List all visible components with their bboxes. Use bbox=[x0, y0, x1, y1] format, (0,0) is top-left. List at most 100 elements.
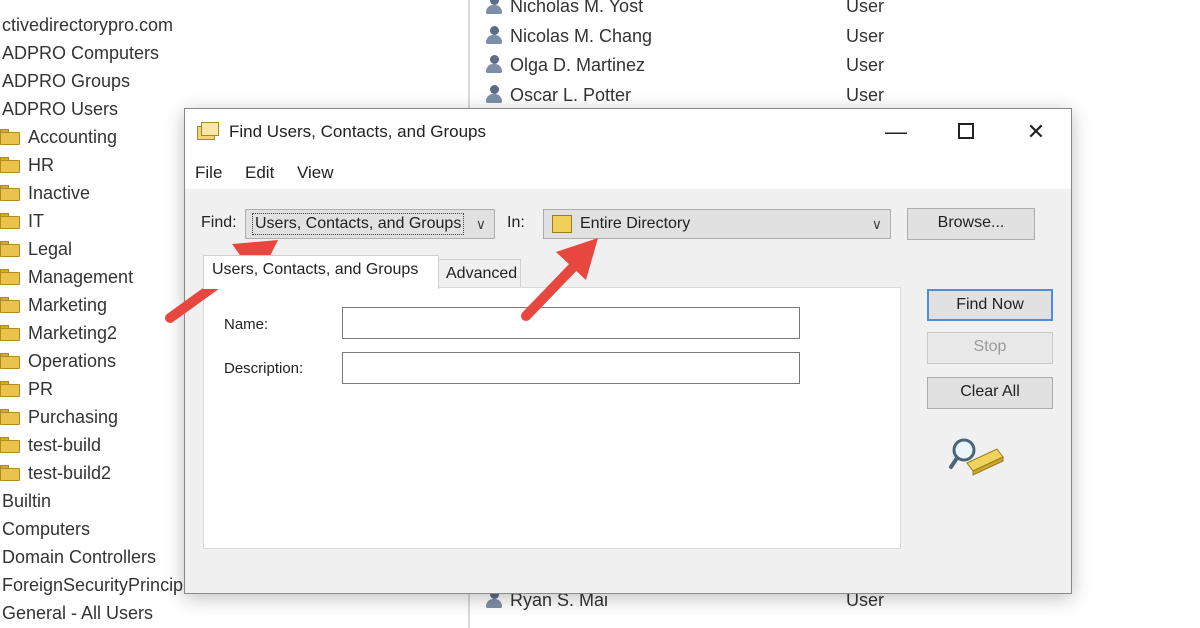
clear-all-button[interactable]: Clear All bbox=[927, 377, 1053, 409]
tree-item-label: Marketing2 bbox=[28, 323, 118, 343]
description-field[interactable] bbox=[342, 352, 800, 384]
tree-item-label: General - All Users bbox=[2, 603, 154, 623]
tree-item-label: ForeignSecurityPrincip bbox=[2, 575, 184, 595]
scope-value: Entire Directory bbox=[580, 215, 691, 232]
dialog-title: Find Users, Contacts, and Groups bbox=[229, 122, 487, 141]
minimize-button[interactable]: — bbox=[861, 109, 931, 157]
tree-item-label: IT bbox=[28, 211, 44, 231]
tree-item-label: HR bbox=[28, 155, 54, 175]
tree-item[interactable]: Marketing2 bbox=[0, 320, 117, 346]
folder-icon bbox=[0, 353, 20, 369]
menu-view[interactable]: View bbox=[297, 163, 334, 183]
tab-advanced[interactable]: Advanced bbox=[437, 259, 521, 289]
find-dialog: Find Users, Contacts, and Groups — ✕ Fil… bbox=[184, 108, 1072, 594]
user-icon bbox=[484, 0, 504, 15]
tree-item[interactable]: Domain Controllers bbox=[0, 544, 156, 570]
tree-item[interactable]: Inactive bbox=[0, 180, 90, 206]
list-row[interactable]: Oscar L. Potter User bbox=[484, 81, 884, 110]
tree-item-label: ADPRO Computers bbox=[2, 43, 160, 63]
list-row-type: User bbox=[846, 84, 885, 105]
list-row-name: Nicholas M. Yost bbox=[510, 0, 644, 16]
find-type-value: Users, Contacts, and Groups bbox=[252, 213, 465, 235]
list-row-type: User bbox=[846, 25, 885, 46]
tree-item[interactable]: Operations bbox=[0, 348, 116, 374]
folder-icon bbox=[0, 381, 20, 397]
tree-item[interactable]: ADPRO Groups bbox=[0, 68, 130, 94]
tree-item[interactable]: Builtin bbox=[0, 488, 51, 514]
folder-icon bbox=[0, 269, 20, 285]
tree-item[interactable]: Computers bbox=[0, 516, 90, 542]
folder-icon bbox=[0, 325, 20, 341]
folder-icon bbox=[0, 185, 20, 201]
maximize-button[interactable] bbox=[931, 109, 1001, 157]
folder-icon bbox=[0, 129, 20, 145]
user-icon bbox=[484, 84, 504, 104]
folder-icon bbox=[0, 241, 20, 257]
user-icon bbox=[484, 25, 504, 45]
in-label: In: bbox=[507, 214, 525, 231]
directory-icon bbox=[552, 215, 572, 233]
list-row-name: Olga D. Martinez bbox=[510, 55, 646, 75]
tree-item-label: Marketing bbox=[28, 295, 108, 315]
chevron-down-icon: ∨ bbox=[871, 216, 882, 232]
tab-panel: Name: Description: bbox=[203, 287, 901, 549]
tree-item[interactable]: ADPRO Users bbox=[0, 96, 118, 122]
tree-item-label: Inactive bbox=[28, 183, 91, 203]
tree-item-label: ctivedirectorypro.com bbox=[2, 15, 174, 35]
tree-item-label: Accounting bbox=[28, 127, 118, 147]
find-type-select[interactable]: Users, Contacts, and Groups ∨ bbox=[245, 209, 495, 239]
tree-item[interactable]: test-build bbox=[0, 432, 101, 458]
list-row-name: Nicolas M. Chang bbox=[510, 25, 653, 46]
tree-item[interactable]: General - All Users bbox=[0, 600, 153, 626]
tree-item-label: Operations bbox=[28, 351, 117, 371]
list-row-name: Oscar L. Potter bbox=[510, 84, 632, 105]
tree-item-label: PR bbox=[28, 379, 54, 399]
tree-item[interactable]: IT bbox=[0, 208, 44, 234]
stop-button[interactable]: Stop bbox=[927, 332, 1053, 364]
list-row[interactable]: Olga D. Martinez User bbox=[484, 51, 884, 80]
folder-icon bbox=[0, 213, 20, 229]
tree-item[interactable]: Marketing bbox=[0, 292, 107, 318]
list-row-type: User bbox=[846, 0, 885, 16]
menu-edit[interactable]: Edit bbox=[245, 163, 274, 183]
folder-icon bbox=[0, 297, 20, 313]
tree-item[interactable]: Purchasing bbox=[0, 404, 118, 430]
tree-item-label: Builtin bbox=[2, 491, 52, 511]
maximize-icon bbox=[958, 123, 974, 140]
tree-item[interactable]: ForeignSecurityPrincip bbox=[0, 572, 183, 598]
title-bar[interactable]: Find Users, Contacts, and Groups — ✕ bbox=[185, 109, 1071, 157]
name-label: Name: bbox=[224, 316, 269, 333]
find-now-button[interactable]: Find Now bbox=[927, 289, 1053, 321]
tree-item-label: ADPRO Groups bbox=[2, 71, 131, 91]
tree-item[interactable]: Legal bbox=[0, 236, 72, 262]
find-dialog-icon bbox=[197, 122, 219, 142]
tree-item[interactable]: test-build2 bbox=[0, 460, 111, 486]
tree-item[interactable]: PR bbox=[0, 376, 53, 402]
tree-item-label: ADPRO Users bbox=[2, 99, 119, 119]
name-field[interactable] bbox=[342, 307, 800, 339]
menu-file[interactable]: File bbox=[195, 163, 222, 183]
find-label: Find: bbox=[201, 214, 237, 231]
folder-icon bbox=[0, 437, 20, 453]
tree-item-label: test-build bbox=[28, 435, 102, 455]
tree-item[interactable]: ADPRO Computers bbox=[0, 40, 159, 66]
scope-select[interactable]: Entire Directory ∨ bbox=[543, 209, 891, 239]
tree-item[interactable]: ctivedirectorypro.com bbox=[0, 12, 173, 38]
tree-item-label: Computers bbox=[2, 519, 91, 539]
tab-users-contacts-groups[interactable]: Users, Contacts, and Groups bbox=[203, 255, 439, 289]
close-button[interactable]: ✕ bbox=[1001, 109, 1071, 157]
search-magnifier-icon bbox=[949, 438, 1004, 476]
tree-item[interactable]: Management bbox=[0, 264, 133, 290]
description-label: Description: bbox=[224, 360, 304, 377]
list-row[interactable]: Nicolas M. Chang User bbox=[484, 22, 884, 51]
tree-item-label: Purchasing bbox=[28, 407, 119, 427]
menu-bar: File Edit View bbox=[185, 157, 1071, 189]
folder-icon bbox=[0, 465, 20, 481]
tree-item[interactable]: Accounting bbox=[0, 124, 117, 150]
browse-button[interactable]: Browse... bbox=[907, 208, 1035, 240]
tree-item-label: test-build2 bbox=[28, 463, 112, 483]
list-row[interactable]: Nicholas M. Yost User bbox=[484, 0, 884, 21]
tree-item-label: Management bbox=[28, 267, 134, 287]
tree-item[interactable]: HR bbox=[0, 152, 54, 178]
tree-item-label: Legal bbox=[28, 239, 73, 259]
